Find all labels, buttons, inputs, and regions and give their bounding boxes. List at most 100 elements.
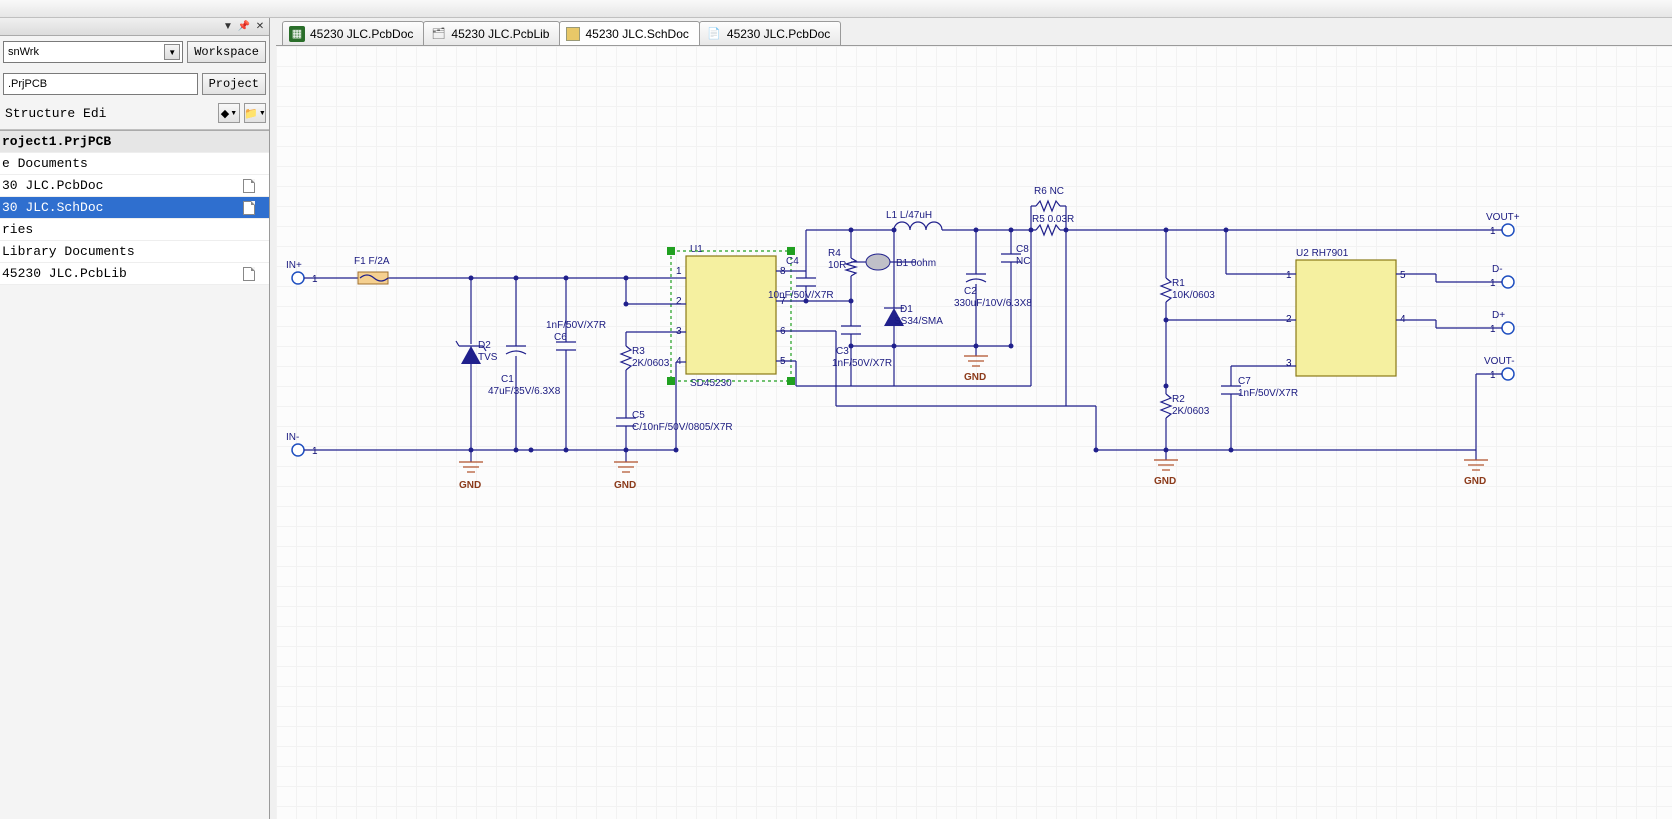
cube-icon: ◆ <box>221 107 229 120</box>
tab-label: 45230 JLC.PcbDoc <box>727 27 830 41</box>
tree-item-label: 45230 JLC.PcbLib <box>2 266 243 281</box>
filter-button[interactable]: 📁▼ <box>244 103 266 123</box>
tree-row[interactable]: e Documents <box>0 153 269 175</box>
svg-text:1nF/50V/X7R: 1nF/50V/X7R <box>1238 388 1298 399</box>
tree-row[interactable]: 45230 JLC.PcbLib <box>0 263 269 285</box>
chevron-down-icon: ▼ <box>259 110 266 117</box>
component-D2[interactable]: D2 TVS <box>456 276 498 451</box>
gnd-far-right: GND <box>1464 450 1488 487</box>
svg-text:2: 2 <box>676 296 682 307</box>
svg-text:C/10nF/50V/0805/X7R: C/10nF/50V/0805/X7R <box>632 422 733 433</box>
svg-text:D-: D- <box>1492 264 1503 275</box>
workspace-row: snWrk ▼ Workspace <box>0 36 269 68</box>
svg-text:C8: C8 <box>1016 244 1029 255</box>
svg-text:GND: GND <box>459 480 481 491</box>
port-d-plus: D+ 1 <box>1490 310 1514 335</box>
svg-text:IN-: IN- <box>286 432 299 443</box>
component-C7[interactable]: C7 1nF/50V/X7R <box>1221 366 1298 453</box>
schematic-canvas[interactable]: IN+ 1 IN- 1 VOUT+ 1 D- 1 D+ 1 VOUT- 1 <box>276 46 1672 819</box>
svg-text:2K/0603: 2K/0603 <box>632 358 670 369</box>
svg-text:SD45230: SD45230 <box>690 378 732 389</box>
tree-item-label: 30 JLC.SchDoc <box>2 200 243 215</box>
tab-label: 45230 JLC.PcbDoc <box>310 27 413 41</box>
workspace-button[interactable]: Workspace <box>187 41 266 63</box>
dropdown-icon[interactable]: ▼ <box>164 44 180 60</box>
document-tab[interactable]: ▦ 45230 JLC.PcbDoc <box>282 21 424 45</box>
panel-pin-icon[interactable]: 📌 <box>237 20 251 34</box>
component-C3[interactable]: C3 1nF/50V/X7R <box>832 301 892 386</box>
document-tabs: ▦ 45230 JLC.PcbDoc 🗂45230 JLC.PcbLib 45230 … <box>276 18 1672 46</box>
svg-text:TVS: TVS <box>478 352 498 363</box>
svg-text:1: 1 <box>676 266 682 277</box>
document-tab[interactable]: 45230 JLC.SchDoc <box>559 21 699 45</box>
port-vout-plus: VOUT+ 1 <box>1486 212 1520 237</box>
svg-text:VOUT-: VOUT- <box>1484 356 1515 367</box>
svg-text:IN+: IN+ <box>286 260 302 271</box>
component-F1[interactable]: F1 F/2A <box>354 256 390 284</box>
panel-header: ▼ 📌 ✕ <box>0 18 269 36</box>
component-D1[interactable]: D1 SS34/SMA <box>884 228 943 387</box>
component-L1[interactable]: L1 L/47uH <box>886 210 1036 230</box>
component-U2[interactable]: U2 RH7901 1 2 3 5 4 <box>1286 248 1406 376</box>
gnd-mid: GND <box>892 344 1014 384</box>
svg-text:C1: C1 <box>501 374 514 385</box>
library-icon: 🗂 <box>430 26 446 42</box>
tree-item-label: ries <box>2 222 267 237</box>
tree-row[interactable]: 30 JLC.PcbDoc <box>0 175 269 197</box>
view-mode-button[interactable]: ◆▼ <box>218 103 240 123</box>
tab-label: 45230 JLC.SchDoc <box>585 27 688 41</box>
structure-label: Structure Edi <box>3 106 214 121</box>
svg-text:R2: R2 <box>1172 394 1185 405</box>
svg-text:C3: C3 <box>836 346 849 357</box>
component-R3[interactable]: R3 2K/0603 <box>621 332 670 410</box>
tree-row[interactable]: Library Documents <box>0 241 269 263</box>
svg-text:2K/0603: 2K/0603 <box>1172 406 1210 417</box>
projects-panel: ▼ 📌 ✕ snWrk ▼ Workspace .PrjPCB Project … <box>0 18 270 819</box>
component-C1[interactable]: C1 47uF/35V/6.3X8 <box>488 276 561 453</box>
gnd-right: GND <box>1154 450 1178 487</box>
panel-menu-icon[interactable]: ▼ <box>221 20 235 34</box>
svg-text:GND: GND <box>614 480 636 491</box>
svg-text:GND: GND <box>1464 476 1486 487</box>
project-tree[interactable]: roject1.PrjPCB e Documents 30 JLC.PcbDoc 30… <box>0 130 269 285</box>
svg-text:1nF/50V/X7R: 1nF/50V/X7R <box>832 358 892 369</box>
svg-text:D1: D1 <box>900 304 913 315</box>
port-in-minus: IN- 1 <box>286 432 318 457</box>
project-button[interactable]: Project <box>202 73 266 95</box>
svg-text:R4: R4 <box>828 248 841 259</box>
component-C5[interactable]: C5 C/10nF/50V/0805/X7R <box>616 410 733 450</box>
component-C8[interactable]: C8 NC <box>1001 228 1030 347</box>
pcb-icon: ▦ <box>289 26 305 42</box>
svg-text:R1: R1 <box>1172 278 1185 289</box>
tree-item-label: Library Documents <box>2 244 267 259</box>
component-R1[interactable]: R1 10K/0603 <box>1161 228 1215 387</box>
tree-row[interactable]: 30 JLC.SchDoc <box>0 197 269 219</box>
document-icon <box>243 179 255 193</box>
tree-item-label: 30 JLC.PcbDoc <box>2 178 243 193</box>
document-tab[interactable]: 🗂45230 JLC.PcbLib <box>423 21 560 45</box>
component-C4[interactable]: C4 10nF/50V/X7R <box>768 256 834 304</box>
document-tab[interactable]: 📄45230 JLC.PcbDoc <box>699 21 841 45</box>
workspace-dropdown[interactable]: snWrk ▼ <box>3 41 183 63</box>
svg-text:1: 1 <box>312 274 318 285</box>
chevron-down-icon: ▼ <box>230 110 237 117</box>
svg-text:1: 1 <box>312 446 318 457</box>
document-icon <box>243 201 255 215</box>
svg-text:C4: C4 <box>786 256 799 267</box>
component-C6[interactable]: 1nF/50V/X7R C6 <box>546 276 606 451</box>
svg-text:B1 0ohm: B1 0ohm <box>896 258 936 269</box>
component-R5[interactable]: R5 0.03R <box>1029 214 1227 235</box>
tree-row[interactable]: roject1.PrjPCB <box>0 131 269 153</box>
schematic-drawing[interactable]: IN+ 1 IN- 1 VOUT+ 1 D- 1 D+ 1 VOUT- 1 <box>276 46 1672 819</box>
svg-text:D2: D2 <box>478 340 491 351</box>
port-vout-minus: VOUT- 1 <box>1484 356 1515 381</box>
svg-text:L1 L/47uH: L1 L/47uH <box>886 210 932 221</box>
tree-item-label: e Documents <box>2 156 267 171</box>
component-U1[interactable]: U1 SD45230 1 2 3 4 5 6 7 8 <box>667 244 795 389</box>
main-toolbar <box>0 0 1672 18</box>
project-field[interactable]: .PrjPCB <box>3 73 198 95</box>
panel-close-icon[interactable]: ✕ <box>253 20 267 34</box>
svg-text:330uF/10V/6.3X8: 330uF/10V/6.3X8 <box>954 298 1032 309</box>
component-R2[interactable]: R2 2K/0603 <box>1161 384 1210 451</box>
tree-row[interactable]: ries <box>0 219 269 241</box>
